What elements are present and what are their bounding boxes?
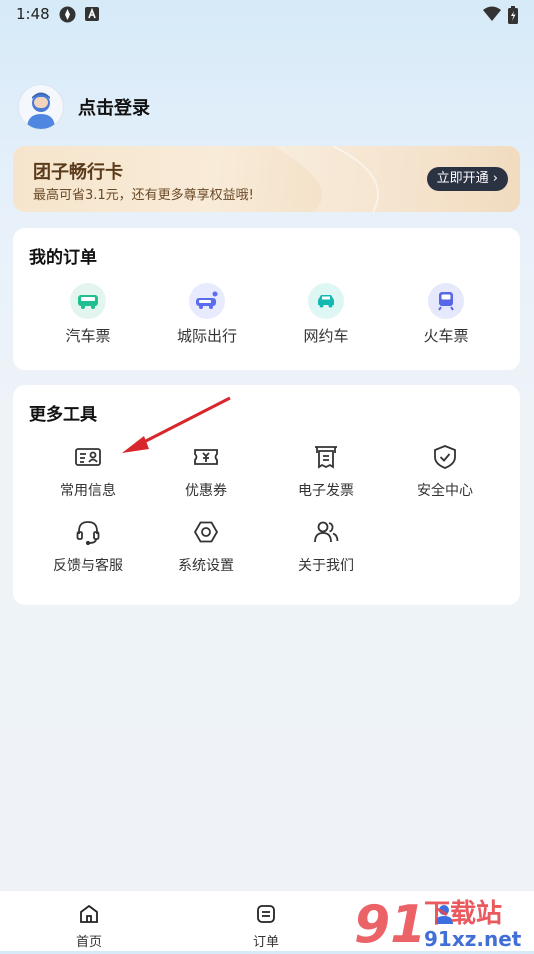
order-label: 火车票 bbox=[423, 327, 469, 345]
status-bar: 1:48 bbox=[0, 0, 534, 30]
order-label: 汽车票 bbox=[65, 327, 111, 345]
chevron-right-icon: › bbox=[492, 171, 498, 186]
tool-about-us[interactable]: 关于我们 bbox=[266, 518, 386, 575]
tool-e-invoice[interactable]: 电子发票 bbox=[266, 443, 386, 500]
avatar bbox=[18, 84, 64, 130]
tool-label: 关于我们 bbox=[298, 558, 354, 574]
tool-label: 系统设置 bbox=[178, 558, 234, 574]
tool-common-info[interactable]: 常用信息 bbox=[28, 443, 148, 500]
home-icon bbox=[80, 904, 98, 923]
tab-home[interactable]: 首页 bbox=[59, 903, 119, 950]
invoice-icon bbox=[312, 443, 340, 471]
svg-text:91xz.net: 91xz.net bbox=[424, 927, 522, 950]
my-orders-title: 我的订单 bbox=[29, 248, 97, 268]
battery-icon bbox=[508, 6, 518, 28]
order-label: 网约车 bbox=[303, 327, 349, 345]
tool-label: 常用信息 bbox=[60, 483, 116, 499]
users-icon bbox=[312, 518, 340, 546]
tab-orders-label: 订单 bbox=[252, 935, 279, 950]
more-tools-card: 更多工具 常用信息 优惠券 电子发票 安全中心 反馈与客服 系统设置 关于我们 bbox=[13, 385, 520, 605]
watermark-logo: 91 下载站 91xz.net bbox=[352, 892, 534, 954]
tool-label: 优惠券 bbox=[185, 483, 227, 499]
tool-feedback-support[interactable]: 反馈与客服 bbox=[28, 518, 148, 575]
headset-icon bbox=[74, 518, 102, 546]
order-intercity[interactable]: 城际出行 bbox=[152, 283, 262, 346]
more-tools-title: 更多工具 bbox=[29, 405, 97, 425]
order-label: 城际出行 bbox=[176, 327, 237, 345]
order-train-ticket[interactable]: 火车票 bbox=[391, 283, 501, 346]
car-icon bbox=[308, 283, 344, 319]
tab-home-label: 首页 bbox=[75, 935, 102, 950]
profile-login[interactable]: 点击登录 bbox=[18, 84, 150, 130]
order-ride-hailing[interactable]: 网约车 bbox=[271, 283, 381, 346]
train-icon bbox=[428, 283, 464, 319]
tool-label: 反馈与客服 bbox=[53, 558, 123, 574]
order-bus-ticket[interactable]: 汽车票 bbox=[33, 283, 143, 346]
status-time: 1:48 bbox=[16, 5, 50, 23]
member-card-subtitle: 最高可省3.1元，还有更多尊享权益哦! bbox=[33, 188, 254, 203]
member-card-banner[interactable]: 团子畅行卡 最高可省3.1元，还有更多尊享权益哦! 立即开通 › bbox=[13, 146, 520, 212]
my-orders-card: 我的订单 汽车票 城际出行 网约车 火车票 bbox=[13, 228, 520, 370]
order-icon bbox=[257, 905, 275, 923]
tool-system-settings[interactable]: 系统设置 bbox=[146, 518, 266, 575]
tool-label: 安全中心 bbox=[417, 483, 473, 499]
activate-button-label: 立即开通 bbox=[436, 171, 489, 186]
intercity-van-icon bbox=[189, 283, 225, 319]
tool-label: 电子发票 bbox=[298, 483, 354, 499]
shield-check-icon bbox=[431, 443, 459, 471]
bus-icon bbox=[70, 283, 106, 319]
status-a-icon bbox=[85, 6, 99, 25]
id-card-icon bbox=[74, 443, 102, 471]
activate-button[interactable]: 立即开通 › bbox=[426, 167, 508, 191]
svg-text:91: 91 bbox=[354, 895, 426, 950]
login-label: 点击登录 bbox=[78, 98, 150, 119]
wifi-icon bbox=[483, 6, 501, 25]
svg-text:下载站: 下载站 bbox=[424, 899, 502, 929]
coupon-icon bbox=[192, 443, 220, 471]
member-card-title: 团子畅行卡 bbox=[33, 162, 123, 183]
tool-coupons[interactable]: 优惠券 bbox=[146, 443, 266, 500]
status-app-icon bbox=[59, 6, 76, 27]
settings-icon bbox=[192, 518, 220, 546]
tool-security-center[interactable]: 安全中心 bbox=[385, 443, 505, 500]
tab-orders[interactable]: 订单 bbox=[236, 903, 296, 950]
